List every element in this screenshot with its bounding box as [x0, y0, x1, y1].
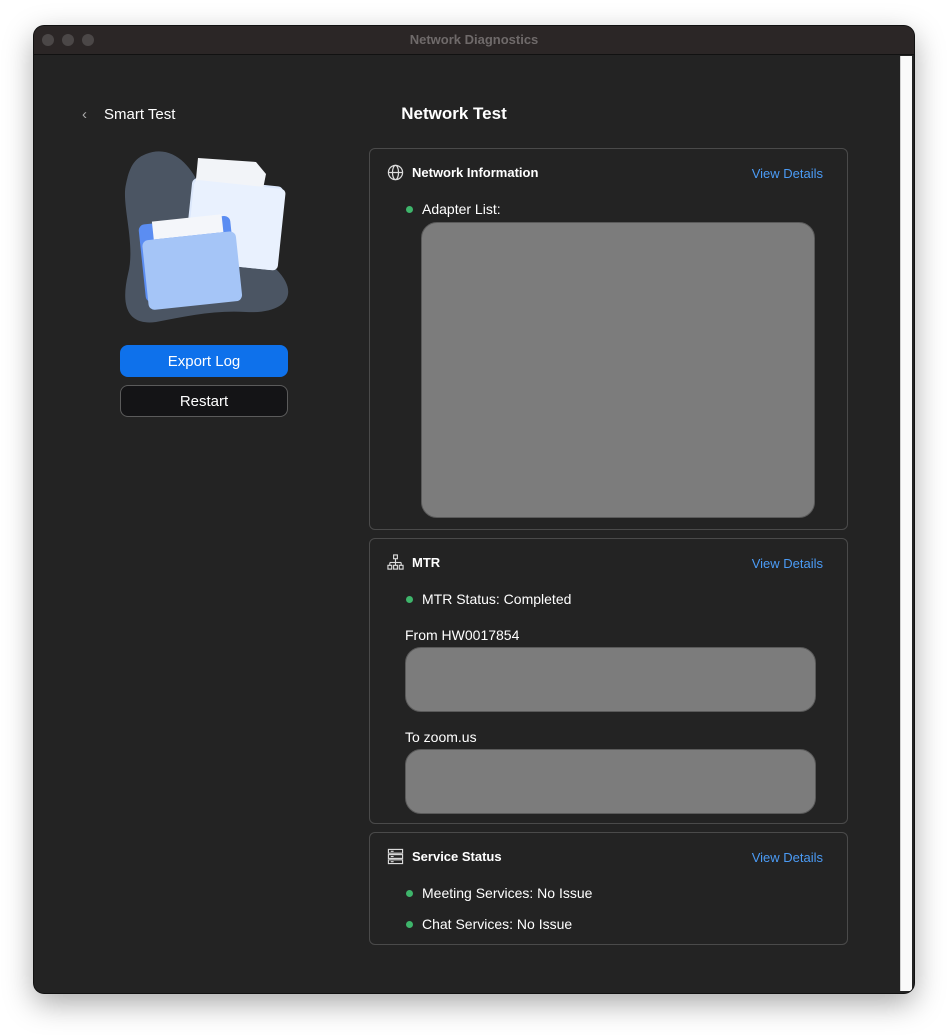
app-window: Network Diagnostics ‹ Smart Test Export … — [34, 26, 914, 993]
status-dot — [406, 595, 413, 603]
status-dot — [406, 205, 413, 213]
service-status-card: Service Status View Details Meeting Serv… — [369, 832, 848, 945]
card-title: Service Status — [412, 849, 502, 864]
redacted-to-route — [405, 749, 816, 814]
redacted-adapter-list — [421, 222, 815, 518]
mtr-card: MTR View Details MTR Status: Completed F… — [369, 538, 848, 824]
scrollbar[interactable] — [900, 56, 912, 991]
network-view-details-link[interactable]: View Details — [752, 166, 823, 181]
meeting-services-label: Meeting Services: No Issue — [422, 885, 593, 901]
redacted-from-route — [405, 647, 816, 712]
back-label: Smart Test — [104, 106, 176, 123]
adapter-list-label: Adapter List: — [422, 201, 501, 217]
network-hierarchy-icon — [387, 554, 404, 570]
page-title: Network Test — [401, 104, 507, 123]
export-log-button[interactable]: Export Log — [120, 345, 288, 377]
mtr-view-details-link[interactable]: View Details — [752, 556, 823, 571]
meeting-services-item: Meeting Services: No Issue — [406, 885, 592, 901]
adapter-list-item: Adapter List: — [406, 201, 501, 217]
mtr-to-label: To zoom.us — [405, 729, 477, 745]
service-view-details-link[interactable]: View Details — [752, 850, 823, 865]
mtr-status-label: MTR Status: Completed — [422, 591, 572, 607]
chat-services-item: Chat Services: No Issue — [406, 916, 572, 932]
network-information-card: Network Information View Details Adapter… — [369, 148, 848, 530]
window-title: Network Diagnostics — [409, 32, 539, 47]
chevron-left-icon: ‹ — [82, 106, 87, 123]
card-title: Network Information — [412, 165, 539, 180]
title-bar: Network Diagnostics — [34, 26, 914, 55]
mtr-status-item: MTR Status: Completed — [406, 591, 571, 607]
globe-icon — [387, 164, 404, 181]
back-button[interactable]: ‹ Smart Test — [82, 106, 175, 123]
card-title: MTR — [412, 555, 441, 570]
folders-illustration-icon — [124, 151, 289, 323]
status-dot — [406, 889, 413, 897]
status-dot — [406, 920, 413, 928]
mtr-from-label: From HW0017854 — [405, 627, 520, 643]
restart-button[interactable]: Restart — [120, 385, 288, 417]
chat-services-label: Chat Services: No Issue — [422, 916, 573, 932]
server-icon — [387, 848, 404, 865]
